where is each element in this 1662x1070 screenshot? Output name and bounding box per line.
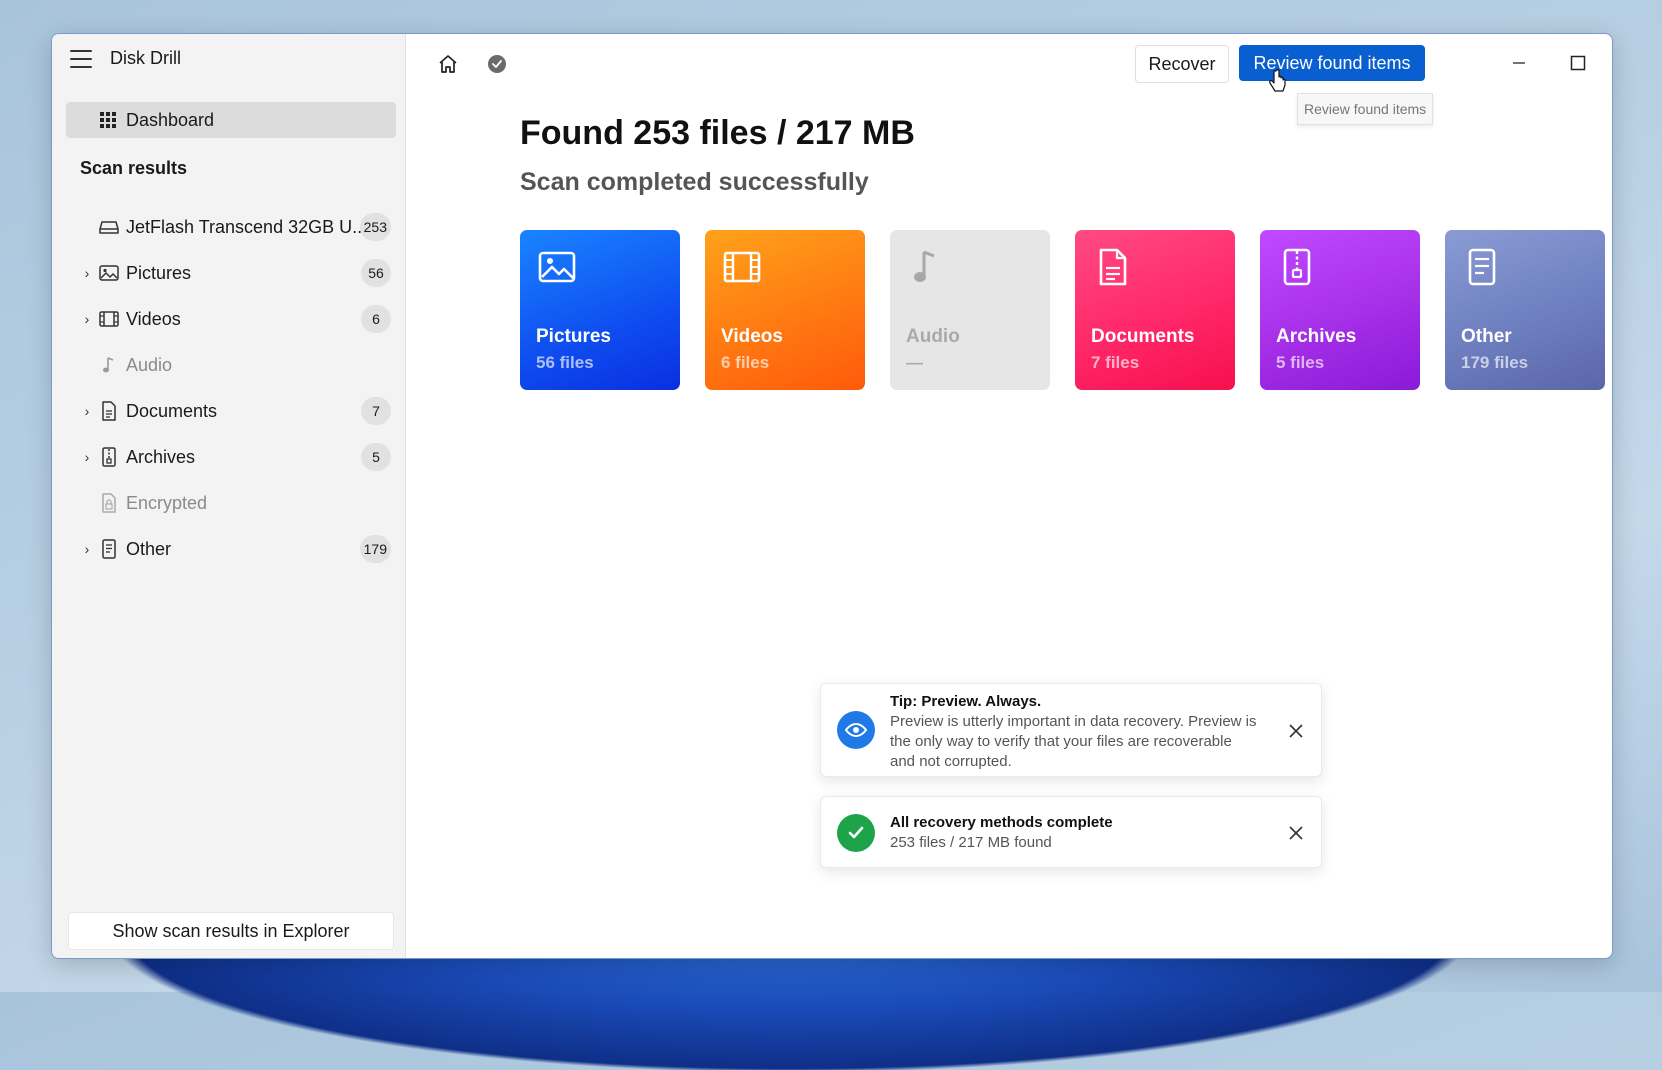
count-badge: 179 <box>359 535 391 563</box>
dashboard-label: Dashboard <box>126 109 215 130</box>
review-tooltip: Review found items <box>1297 93 1434 125</box>
archive-icon <box>98 447 120 467</box>
sidebar-item-dashboard[interactable]: Dashboard <box>66 102 396 138</box>
film-icon <box>98 309 120 329</box>
eye-icon <box>837 711 875 749</box>
other-file-icon <box>98 539 120 559</box>
count-badge: 7 <box>361 397 391 425</box>
hand-cursor-icon <box>1269 69 1286 92</box>
toast-title: All recovery methods complete <box>890 814 1113 831</box>
scan-results-tree: JetFlash Transcend 32GB U... 253 › Pictu… <box>52 204 405 572</box>
show-in-explorer-button[interactable]: Show scan results in Explorer <box>68 912 394 950</box>
count-badge: 56 <box>361 259 391 287</box>
sidebar-item-other[interactable]: › Other 179 <box>52 526 405 572</box>
lock-file-icon <box>98 493 120 513</box>
sidebar-item-videos[interactable]: › Videos 6 <box>52 296 405 342</box>
app-header: Disk Drill <box>70 48 181 69</box>
card-name: Audio <box>906 326 960 347</box>
film-icon <box>723 248 761 286</box>
sidebar-item-documents[interactable]: › Documents 7 <box>52 388 405 434</box>
minimize-icon[interactable] <box>1504 48 1534 78</box>
card-name: Videos <box>721 326 783 347</box>
card-count: 6 files <box>721 353 770 372</box>
card-count: 56 files <box>536 353 594 372</box>
sidebar-item-audio: Audio <box>52 342 405 388</box>
toast-title: Tip: Preview. Always. <box>890 693 1042 710</box>
card-archives[interactable]: Archives 5 files <box>1260 230 1420 390</box>
main-content: Recover Review found items Review found … <box>406 34 1612 958</box>
card-name: Pictures <box>536 326 611 347</box>
sidebar-item-label: Documents <box>126 400 218 421</box>
card-name: Other <box>1461 326 1512 347</box>
card-count: 5 files <box>1276 353 1325 372</box>
drive-icon <box>98 217 120 237</box>
page-title: Found 253 files / 217 MB <box>520 114 915 152</box>
card-count: — <box>906 353 923 372</box>
sidebar: Disk Drill Dashboard Scan results JetFla… <box>52 34 406 958</box>
home-icon[interactable] <box>436 52 460 76</box>
card-count: 7 files <box>1091 353 1140 372</box>
sidebar-item-label: Audio <box>126 354 173 375</box>
card-name: Archives <box>1276 326 1357 347</box>
count-badge: 253 <box>359 213 391 241</box>
card-other[interactable]: Other 179 files <box>1445 230 1605 390</box>
maximize-icon[interactable] <box>1563 48 1593 78</box>
chevron-right-icon[interactable]: › <box>80 541 94 557</box>
recover-button[interactable]: Recover <box>1135 45 1229 83</box>
count-badge: 6 <box>361 305 391 333</box>
sidebar-item-label: JetFlash Transcend 32GB U... <box>126 216 368 237</box>
review-found-items-button[interactable]: Review found items <box>1239 45 1425 81</box>
sidebar-item-pictures[interactable]: › Pictures 56 <box>52 250 405 296</box>
scan-results-heading: Scan results <box>80 158 188 178</box>
image-icon <box>538 248 576 286</box>
other-file-icon <box>1463 248 1501 286</box>
music-note-icon <box>98 355 120 375</box>
close-icon[interactable] <box>1285 720 1307 742</box>
recovery-complete-toast: All recovery methods complete 253 files … <box>820 796 1322 868</box>
music-note-icon <box>908 248 946 286</box>
card-documents[interactable]: Documents 7 files <box>1075 230 1235 390</box>
scan-complete-check-icon[interactable] <box>485 52 509 76</box>
sidebar-item-label: Pictures <box>126 262 192 283</box>
close-icon[interactable] <box>1285 822 1307 844</box>
sidebar-item-encrypted: Encrypted <box>52 480 405 526</box>
app-window: Disk Drill Dashboard Scan results JetFla… <box>51 33 1613 959</box>
grid-icon <box>100 112 116 128</box>
chevron-right-icon[interactable]: › <box>80 403 94 419</box>
chevron-right-icon[interactable]: › <box>80 449 94 465</box>
tip-toast: Tip: Preview. Always. Preview is utterly… <box>820 683 1322 777</box>
toast-body: Preview is utterly important in data rec… <box>890 713 1257 770</box>
count-badge: 5 <box>361 443 391 471</box>
sidebar-item-drive[interactable]: JetFlash Transcend 32GB U... 253 <box>52 204 405 250</box>
card-videos[interactable]: Videos 6 files <box>705 230 865 390</box>
toast-body: 253 files / 217 MB found <box>890 834 1052 851</box>
chevron-right-icon[interactable]: › <box>80 311 94 327</box>
sidebar-item-label: Videos <box>126 308 181 329</box>
card-name: Documents <box>1091 326 1195 347</box>
chevron-right-icon[interactable]: › <box>80 265 94 281</box>
app-title: Disk Drill <box>110 48 181 68</box>
category-cards: Pictures 56 files Videos 6 files Audio — <box>520 230 1605 390</box>
sidebar-item-archives[interactable]: › Archives 5 <box>52 434 405 480</box>
sidebar-item-label: Encrypted <box>126 492 208 513</box>
card-count: 179 files <box>1461 353 1529 372</box>
sidebar-item-label: Other <box>126 538 172 559</box>
document-icon <box>1093 248 1131 286</box>
card-pictures[interactable]: Pictures 56 files <box>520 230 680 390</box>
document-icon <box>98 401 120 421</box>
archive-icon <box>1278 248 1316 286</box>
menu-icon[interactable] <box>70 49 92 68</box>
sidebar-item-label: Archives <box>126 446 196 467</box>
page-subtitle: Scan completed successfully <box>520 168 869 196</box>
check-icon <box>837 814 875 852</box>
card-audio: Audio — <box>890 230 1050 390</box>
image-icon <box>98 263 120 283</box>
